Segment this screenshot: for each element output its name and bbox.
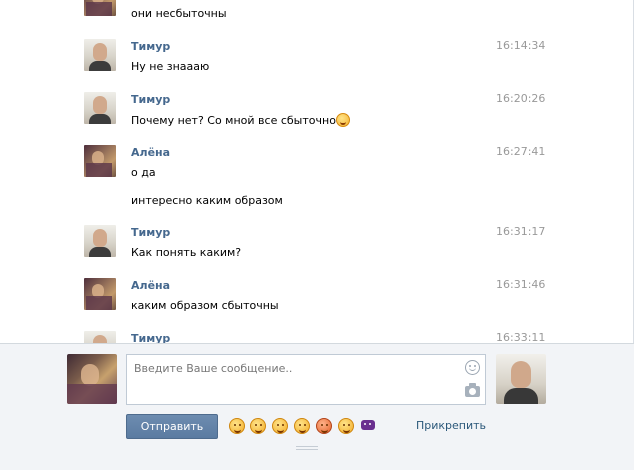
attach-link[interactable]: Прикрепить [416, 419, 486, 432]
emoji-picker-icon[interactable] [465, 360, 480, 375]
angry-icon[interactable] [316, 418, 332, 434]
neutral-icon[interactable] [272, 418, 288, 434]
cool-icon[interactable] [294, 418, 310, 434]
alien-icon[interactable] [360, 418, 376, 434]
camera-icon[interactable] [465, 383, 480, 397]
message-text: о да [131, 166, 156, 179]
message-text: они несбыточны [131, 7, 227, 20]
message-history[interactable]: они несбыточны Тимур 16:14:34 Ну не знаа… [0, 0, 634, 343]
message-text: каким образом сбыточны [131, 299, 279, 312]
message-input[interactable]: Введите Ваше сообщение.. [126, 354, 486, 405]
avatar[interactable] [84, 92, 116, 124]
message-author[interactable]: Тимур [131, 332, 170, 343]
message-time[interactable]: 16:27:41 [496, 145, 566, 158]
message-text: Почему нет? Со мной все сбыточно [131, 114, 336, 127]
message-time[interactable]: 16:31:17 [496, 225, 566, 238]
message-author[interactable]: Алёна [131, 279, 170, 292]
message-text: Как понять каким? [131, 246, 242, 259]
send-button[interactable]: Отправить [126, 414, 218, 439]
message-input-placeholder: Введите Ваше сообщение.. [134, 362, 293, 375]
avatar[interactable] [84, 331, 116, 343]
message-text-row: Почему нет? Со мной все сбыточно [131, 113, 350, 127]
message-composer: Введите Ваше сообщение.. Отправить Прикр… [0, 343, 634, 470]
message-author[interactable]: Тимур [131, 93, 170, 106]
message-time[interactable]: 16:33:11 [496, 331, 566, 343]
smile-icon [335, 113, 350, 127]
avatar[interactable] [84, 225, 116, 257]
avatar[interactable] [84, 39, 116, 71]
message-author[interactable]: Тимур [131, 40, 170, 53]
avatar[interactable] [84, 278, 116, 310]
message-time[interactable]: 16:20:26 [496, 92, 566, 105]
message-author[interactable]: Алёна [131, 146, 170, 159]
my-avatar[interactable] [67, 354, 117, 404]
scrollbar[interactable] [626, 0, 631, 343]
message-text: интересно каким образом [131, 194, 283, 207]
message-time[interactable]: 16:14:34 [496, 39, 566, 52]
smile-icon[interactable] [250, 418, 266, 434]
grin-icon[interactable] [229, 418, 245, 434]
message-time[interactable]: 16:31:46 [496, 278, 566, 291]
kiss-icon[interactable] [338, 418, 354, 434]
message-text: Ну не знаааю [131, 60, 210, 73]
avatar[interactable] [84, 145, 116, 177]
avatar[interactable] [84, 0, 116, 16]
peer-avatar[interactable] [496, 354, 546, 404]
message-author[interactable]: Тимур [131, 226, 170, 239]
resize-handle[interactable] [296, 446, 318, 450]
